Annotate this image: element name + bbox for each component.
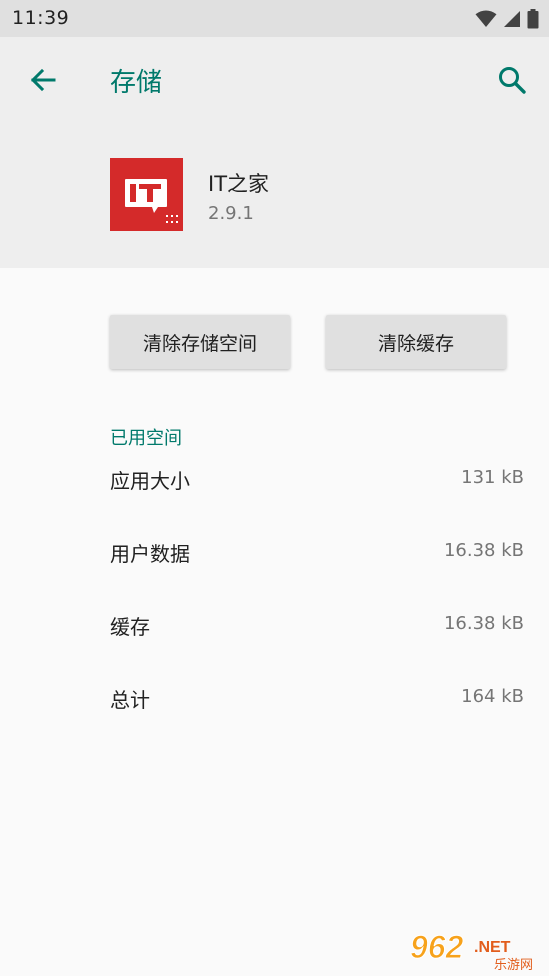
- row-value: 164 kB: [461, 686, 524, 707]
- storage-row-cache: 缓存 16.38 kB: [110, 606, 524, 646]
- search-button[interactable]: [495, 63, 529, 97]
- storage-row-user-data: 用户数据 16.38 kB: [110, 533, 524, 573]
- wifi-icon: [475, 10, 497, 27]
- storage-row-app-size: 应用大小 131 kB: [110, 460, 524, 500]
- arrow-back-icon: [30, 68, 56, 92]
- app-icon: [110, 158, 183, 231]
- row-label: 总计: [110, 688, 150, 712]
- watermark-domain: .NET: [474, 939, 511, 956]
- row-label: 缓存: [110, 615, 150, 639]
- watermark-logo: 962 .NET 乐游网: [406, 928, 541, 974]
- row-label: 应用大小: [110, 469, 190, 493]
- clear-cache-button[interactable]: 清除缓存: [326, 315, 506, 369]
- storage-row-total: 总计 164 kB: [110, 679, 524, 719]
- battery-icon: [527, 9, 539, 29]
- page-title: 存储: [110, 68, 163, 98]
- clear-storage-button[interactable]: 清除存储空间: [110, 315, 290, 369]
- status-time: 11:39: [12, 7, 70, 29]
- app-name: IT之家: [208, 172, 270, 196]
- cellular-signal-icon: [504, 11, 520, 27]
- search-icon: [499, 67, 526, 94]
- row-value: 131 kB: [461, 467, 524, 488]
- back-button[interactable]: [26, 63, 60, 97]
- watermark-subtitle: 乐游网: [494, 958, 533, 972]
- watermark-number: 962: [410, 929, 464, 965]
- app-version: 2.9.1: [208, 203, 254, 224]
- ithome-logo-icon: [110, 158, 183, 231]
- row-value: 16.38 kB: [443, 613, 524, 634]
- row-label: 用户数据: [110, 542, 190, 566]
- status-bar: 11:39: [0, 0, 549, 37]
- app-header: 存储 IT之家 2.9.1: [0, 37, 549, 268]
- row-value: 16.38 kB: [443, 540, 524, 561]
- status-icons: [475, 9, 539, 29]
- storage-section-header: 已用空间: [110, 428, 182, 449]
